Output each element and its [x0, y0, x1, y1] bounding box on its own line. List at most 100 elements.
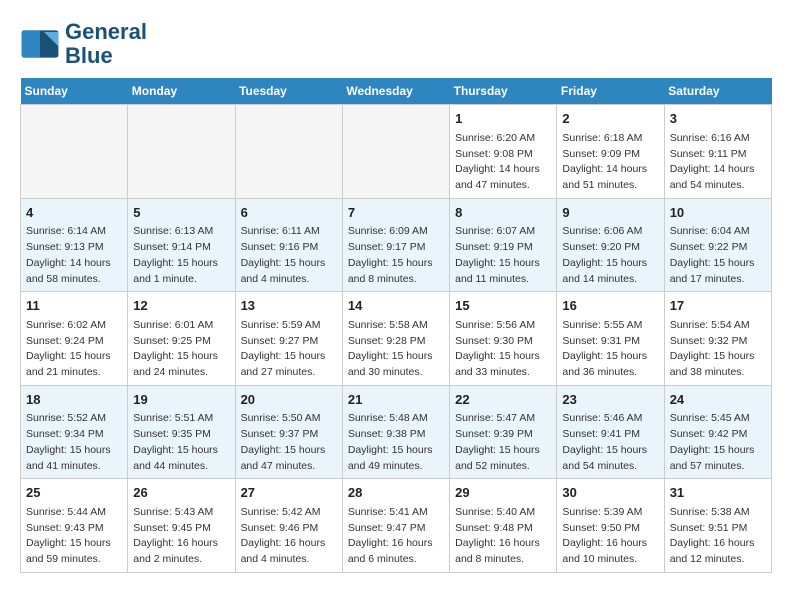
calendar-cell: [128, 105, 235, 199]
calendar-cell: 8Sunrise: 6:07 AMSunset: 9:19 PMDaylight…: [450, 198, 557, 292]
day-number: 26: [133, 483, 229, 503]
day-number: 16: [562, 296, 658, 316]
day-info: Sunrise: 5:38 AMSunset: 9:51 PMDaylight:…: [670, 505, 766, 568]
day-info: Sunrise: 6:13 AMSunset: 9:14 PMDaylight:…: [133, 224, 229, 287]
day-info: Sunrise: 5:41 AMSunset: 9:47 PMDaylight:…: [348, 505, 444, 568]
day-info: Sunrise: 6:01 AMSunset: 9:25 PMDaylight:…: [133, 318, 229, 381]
calendar-cell: 25Sunrise: 5:44 AMSunset: 9:43 PMDayligh…: [21, 479, 128, 573]
day-info: Sunrise: 6:06 AMSunset: 9:20 PMDaylight:…: [562, 224, 658, 287]
calendar-cell: 1Sunrise: 6:20 AMSunset: 9:08 PMDaylight…: [450, 105, 557, 199]
calendar-cell: 9Sunrise: 6:06 AMSunset: 9:20 PMDaylight…: [557, 198, 664, 292]
day-header-friday: Friday: [557, 78, 664, 105]
day-number: 15: [455, 296, 551, 316]
logo-text: General Blue: [65, 20, 147, 68]
day-number: 22: [455, 390, 551, 410]
calendar-cell: 10Sunrise: 6:04 AMSunset: 9:22 PMDayligh…: [664, 198, 771, 292]
day-header-thursday: Thursday: [450, 78, 557, 105]
day-info: Sunrise: 5:59 AMSunset: 9:27 PMDaylight:…: [241, 318, 337, 381]
day-info: Sunrise: 5:40 AMSunset: 9:48 PMDaylight:…: [455, 505, 551, 568]
logo: General Blue: [20, 20, 147, 68]
calendar-cell: 27Sunrise: 5:42 AMSunset: 9:46 PMDayligh…: [235, 479, 342, 573]
day-header-monday: Monday: [128, 78, 235, 105]
calendar-cell: 7Sunrise: 6:09 AMSunset: 9:17 PMDaylight…: [342, 198, 449, 292]
calendar-cell: 31Sunrise: 5:38 AMSunset: 9:51 PMDayligh…: [664, 479, 771, 573]
calendar-cell: 5Sunrise: 6:13 AMSunset: 9:14 PMDaylight…: [128, 198, 235, 292]
day-info: Sunrise: 5:51 AMSunset: 9:35 PMDaylight:…: [133, 411, 229, 474]
day-number: 11: [26, 296, 122, 316]
day-info: Sunrise: 5:45 AMSunset: 9:42 PMDaylight:…: [670, 411, 766, 474]
day-number: 17: [670, 296, 766, 316]
day-info: Sunrise: 5:47 AMSunset: 9:39 PMDaylight:…: [455, 411, 551, 474]
day-info: Sunrise: 5:50 AMSunset: 9:37 PMDaylight:…: [241, 411, 337, 474]
day-info: Sunrise: 5:42 AMSunset: 9:46 PMDaylight:…: [241, 505, 337, 568]
logo-icon: [20, 24, 60, 64]
day-number: 1: [455, 109, 551, 129]
day-info: Sunrise: 5:48 AMSunset: 9:38 PMDaylight:…: [348, 411, 444, 474]
calendar-cell: 23Sunrise: 5:46 AMSunset: 9:41 PMDayligh…: [557, 385, 664, 479]
day-header-wednesday: Wednesday: [342, 78, 449, 105]
day-number: 21: [348, 390, 444, 410]
calendar-cell: 19Sunrise: 5:51 AMSunset: 9:35 PMDayligh…: [128, 385, 235, 479]
day-number: 8: [455, 203, 551, 223]
calendar-cell: 22Sunrise: 5:47 AMSunset: 9:39 PMDayligh…: [450, 385, 557, 479]
day-number: 29: [455, 483, 551, 503]
calendar-cell: 28Sunrise: 5:41 AMSunset: 9:47 PMDayligh…: [342, 479, 449, 573]
calendar-table: SundayMondayTuesdayWednesdayThursdayFrid…: [20, 78, 772, 573]
day-number: 12: [133, 296, 229, 316]
day-number: 18: [26, 390, 122, 410]
day-number: 20: [241, 390, 337, 410]
day-info: Sunrise: 5:39 AMSunset: 9:50 PMDaylight:…: [562, 505, 658, 568]
calendar-cell: 26Sunrise: 5:43 AMSunset: 9:45 PMDayligh…: [128, 479, 235, 573]
day-info: Sunrise: 6:16 AMSunset: 9:11 PMDaylight:…: [670, 131, 766, 194]
day-number: 24: [670, 390, 766, 410]
day-number: 9: [562, 203, 658, 223]
calendar-cell: 15Sunrise: 5:56 AMSunset: 9:30 PMDayligh…: [450, 292, 557, 386]
calendar-cell: 14Sunrise: 5:58 AMSunset: 9:28 PMDayligh…: [342, 292, 449, 386]
day-number: 23: [562, 390, 658, 410]
day-number: 6: [241, 203, 337, 223]
calendar-cell: 20Sunrise: 5:50 AMSunset: 9:37 PMDayligh…: [235, 385, 342, 479]
calendar-cell: 18Sunrise: 5:52 AMSunset: 9:34 PMDayligh…: [21, 385, 128, 479]
day-number: 25: [26, 483, 122, 503]
day-info: Sunrise: 5:52 AMSunset: 9:34 PMDaylight:…: [26, 411, 122, 474]
calendar-cell: [342, 105, 449, 199]
day-number: 28: [348, 483, 444, 503]
day-number: 4: [26, 203, 122, 223]
calendar-cell: 2Sunrise: 6:18 AMSunset: 9:09 PMDaylight…: [557, 105, 664, 199]
day-number: 10: [670, 203, 766, 223]
day-info: Sunrise: 6:20 AMSunset: 9:08 PMDaylight:…: [455, 131, 551, 194]
day-number: 2: [562, 109, 658, 129]
day-info: Sunrise: 6:09 AMSunset: 9:17 PMDaylight:…: [348, 224, 444, 287]
calendar-cell: 12Sunrise: 6:01 AMSunset: 9:25 PMDayligh…: [128, 292, 235, 386]
day-info: Sunrise: 6:18 AMSunset: 9:09 PMDaylight:…: [562, 131, 658, 194]
calendar-cell: 24Sunrise: 5:45 AMSunset: 9:42 PMDayligh…: [664, 385, 771, 479]
calendar-cell: 21Sunrise: 5:48 AMSunset: 9:38 PMDayligh…: [342, 385, 449, 479]
day-info: Sunrise: 5:56 AMSunset: 9:30 PMDaylight:…: [455, 318, 551, 381]
day-info: Sunrise: 5:44 AMSunset: 9:43 PMDaylight:…: [26, 505, 122, 568]
day-info: Sunrise: 5:46 AMSunset: 9:41 PMDaylight:…: [562, 411, 658, 474]
day-number: 5: [133, 203, 229, 223]
calendar-cell: 29Sunrise: 5:40 AMSunset: 9:48 PMDayligh…: [450, 479, 557, 573]
day-info: Sunrise: 6:14 AMSunset: 9:13 PMDaylight:…: [26, 224, 122, 287]
day-number: 27: [241, 483, 337, 503]
day-header-saturday: Saturday: [664, 78, 771, 105]
day-info: Sunrise: 6:04 AMSunset: 9:22 PMDaylight:…: [670, 224, 766, 287]
calendar-cell: 3Sunrise: 6:16 AMSunset: 9:11 PMDaylight…: [664, 105, 771, 199]
day-number: 7: [348, 203, 444, 223]
calendar-cell: [235, 105, 342, 199]
calendar-cell: 16Sunrise: 5:55 AMSunset: 9:31 PMDayligh…: [557, 292, 664, 386]
day-number: 31: [670, 483, 766, 503]
day-info: Sunrise: 6:07 AMSunset: 9:19 PMDaylight:…: [455, 224, 551, 287]
day-number: 30: [562, 483, 658, 503]
day-header-sunday: Sunday: [21, 78, 128, 105]
day-number: 14: [348, 296, 444, 316]
calendar-cell: 11Sunrise: 6:02 AMSunset: 9:24 PMDayligh…: [21, 292, 128, 386]
day-info: Sunrise: 5:58 AMSunset: 9:28 PMDaylight:…: [348, 318, 444, 381]
calendar-cell: [21, 105, 128, 199]
calendar-cell: 6Sunrise: 6:11 AMSunset: 9:16 PMDaylight…: [235, 198, 342, 292]
day-number: 13: [241, 296, 337, 316]
calendar-cell: 30Sunrise: 5:39 AMSunset: 9:50 PMDayligh…: [557, 479, 664, 573]
day-info: Sunrise: 5:43 AMSunset: 9:45 PMDaylight:…: [133, 505, 229, 568]
day-number: 3: [670, 109, 766, 129]
day-info: Sunrise: 5:54 AMSunset: 9:32 PMDaylight:…: [670, 318, 766, 381]
